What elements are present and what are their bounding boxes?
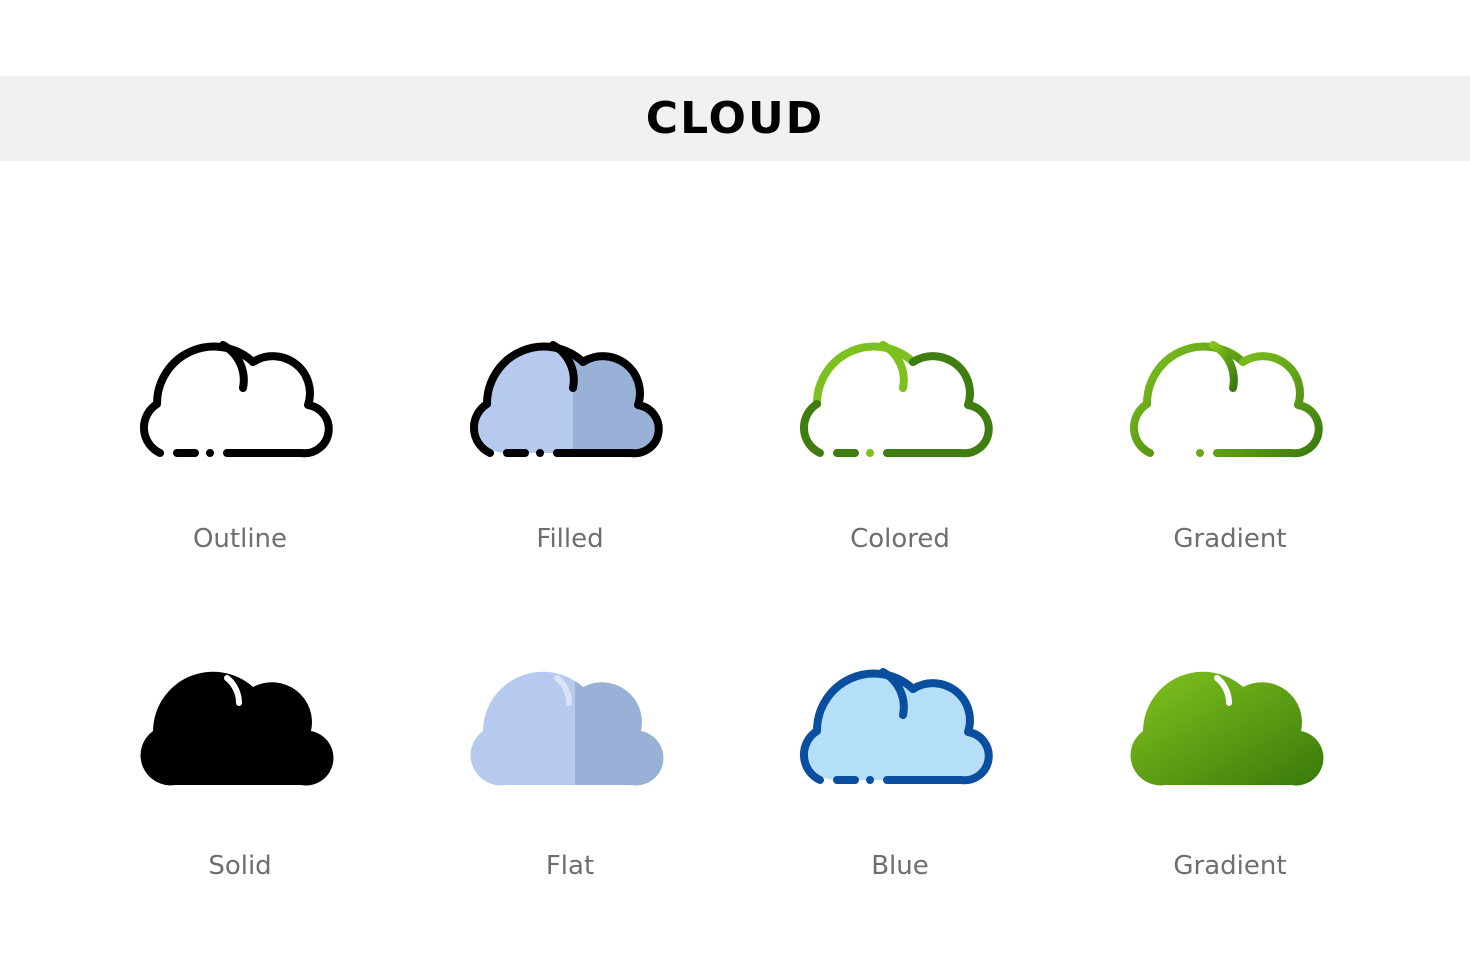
icon-label-gradient-solid: Gradient [1173,851,1287,881]
cloud-gradient-solid-icon [1130,671,1324,786]
icon-label-filled: Filled [536,524,604,554]
icon-card-gradient-outline: Gradient [1065,318,1395,618]
cloud-outline-icon [139,341,333,458]
icon-card-solid: Solid [75,645,405,945]
icon-card-blue: Blue [735,645,1065,945]
cloud-solid-icon [140,671,334,786]
cloud-gradient-outline-icon [1129,341,1323,458]
icon-label-solid: Solid [208,851,272,881]
icon-label-blue: Blue [871,851,929,881]
icon-card-outline: Outline [75,318,405,618]
cloud-colored-icon [799,341,993,458]
icon-card-gradient-solid: Gradient [1065,645,1395,945]
icon-label-outline: Outline [192,524,288,554]
icon-label-gradient-outline: Gradient [1173,524,1287,554]
page-title: CLOUD [645,93,825,144]
icon-card-colored: Colored [735,318,1065,618]
icon-label-flat: Flat [545,851,595,881]
header-band: CLOUD [0,76,1470,161]
icon-card-flat: Flat [405,645,735,945]
cloud-flat-icon [470,671,664,786]
cloud-filled-icon [469,341,663,458]
icon-card-filled: Filled [405,318,735,618]
cloud-blue-icon [799,668,993,785]
icon-label-colored: Colored [850,524,950,554]
